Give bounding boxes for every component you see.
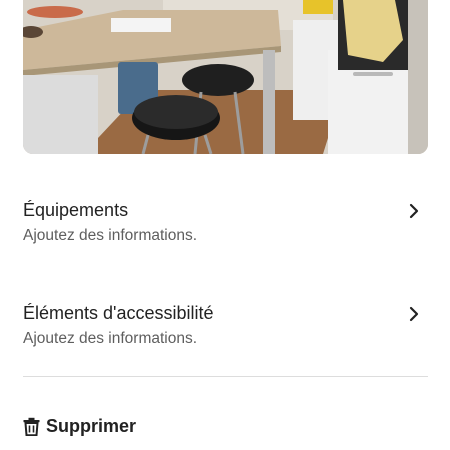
- chevron-right-icon: [409, 203, 419, 219]
- accessibility-row[interactable]: Éléments d'accessibilité Ajoutez des inf…: [23, 302, 428, 354]
- amenities-row[interactable]: Équipements Ajoutez des informations.: [23, 199, 428, 251]
- divider: [23, 376, 428, 377]
- listing-photo[interactable]: [23, 0, 428, 154]
- kitchen-photo-image: [23, 0, 428, 154]
- accessibility-subtitle: Ajoutez des informations.: [23, 330, 198, 347]
- delete-label: Supprimer: [46, 415, 137, 436]
- chevron-right-icon: [409, 306, 419, 322]
- trash-icon: [23, 417, 40, 436]
- accessibility-title: Éléments d'accessibilité: [23, 303, 214, 323]
- delete-button[interactable]: Supprimer: [23, 414, 136, 438]
- amenities-title: Équipements: [23, 200, 129, 220]
- amenities-subtitle: Ajoutez des informations.: [23, 227, 198, 244]
